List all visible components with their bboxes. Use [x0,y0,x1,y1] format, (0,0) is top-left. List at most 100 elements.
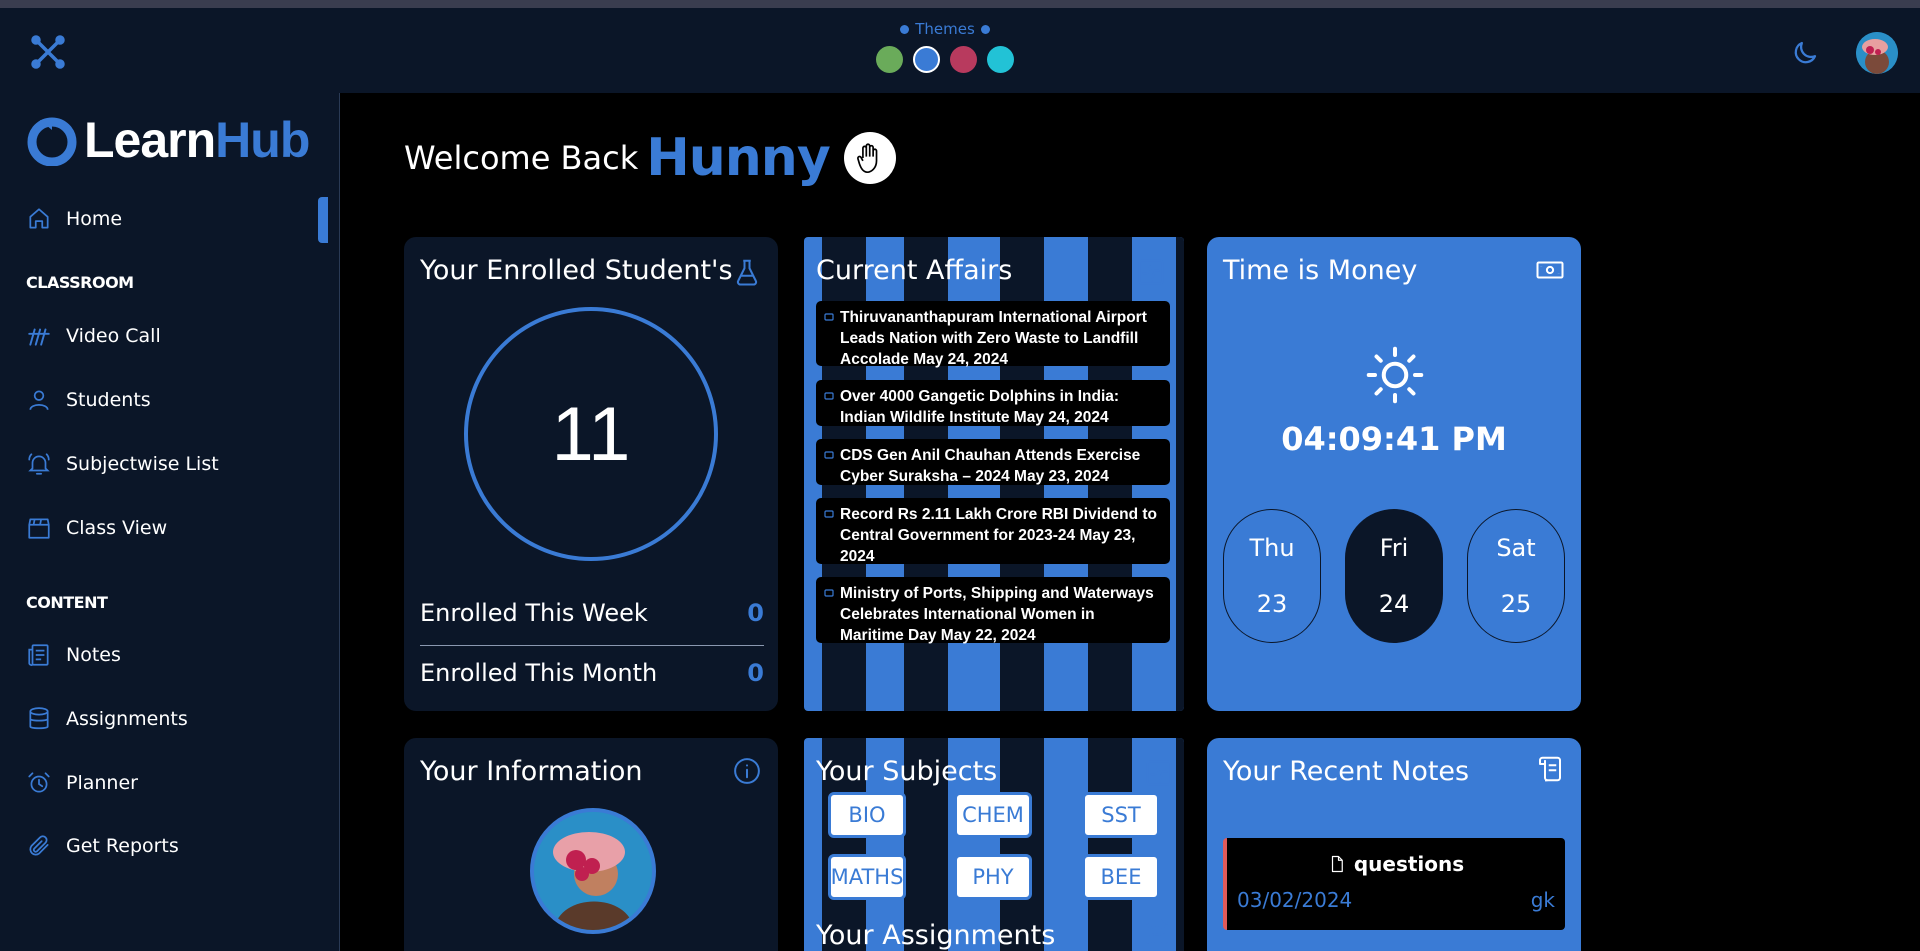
file-icon [1331,855,1343,873]
note-item[interactable]: questions 03/02/2024 gk [1223,838,1565,930]
day-pill-next: Sat 25 [1467,509,1565,643]
subject-chip[interactable]: CHEM [954,792,1032,838]
info-icon[interactable] [732,756,762,786]
ticket-icon [824,451,834,459]
sidebar: LearnHub Home CLASSROOM Video Call Stude… [0,93,340,951]
waving-hand-icon [843,132,896,184]
theme-swatch[interactable] [876,46,903,73]
money-icon [1536,261,1564,279]
divider [420,645,764,646]
day-name: Thu [1249,534,1295,562]
card-title: Your Recent Notes [1223,756,1470,787]
flask-icon [736,259,758,286]
brand-name-learn: Learn [84,112,216,168]
theme-swatch[interactable] [950,46,977,73]
welcome-heading: Welcome Back Hunny [404,128,896,188]
sidebar-item-label: Subjectwise List [66,453,219,475]
database-icon [29,707,49,730]
news-item[interactable]: CDS Gen Anil Chauhan Attends Exercise Cy… [816,439,1170,485]
subject-chip[interactable]: MATHS [828,854,906,900]
alarm-clock-icon [28,772,50,793]
enrolled-week-row: Enrolled This Week 0 [420,599,764,627]
day-date: 23 [1256,590,1288,618]
ticket-icon [824,510,834,518]
dark-mode-moon-icon[interactable] [1790,38,1820,68]
day-pill-today: Fri 24 [1345,509,1443,643]
time-card: Time is Money 04:09:41 PM Thu 23 Fri 24 … [1207,237,1581,711]
enrolled-students-card: Your Enrolled Student's 11 Enrolled This… [404,237,778,711]
user-icon [29,390,49,411]
welcome-user-name: Hunny [646,128,830,188]
note-subject: gk [1530,888,1555,912]
activity-icon [1138,259,1164,285]
enrolled-week-label: Enrolled This Week [420,599,648,627]
app-close-icon[interactable] [28,32,68,72]
sidebar-item-label: Class View [66,517,168,539]
sidebar-item-planner[interactable]: Planner [26,770,138,796]
activity-icon [1146,760,1172,786]
day-name: Fri [1379,534,1409,562]
scroll-icon [1539,756,1561,782]
theme-swatch[interactable] [987,46,1014,73]
card-title: Your Enrolled Student's [420,255,733,286]
paperclip-icon [29,835,49,856]
note-title: questions [1353,852,1465,876]
home-icon [29,208,49,229]
sidebar-item-label: Planner [66,772,138,794]
news-item[interactable]: Over 4000 Gangetic Dolphins in India: In… [816,380,1170,426]
brand-logo[interactable]: LearnHub [26,111,310,169]
subject-chip[interactable]: BIO [828,792,906,838]
subjects-card: Your Subjects BIO CHEM SST MATHS PHY BEE… [804,738,1184,951]
learnhub-logo-icon [27,117,77,166]
window-top-strip [0,0,1920,8]
classroom-heading: CLASSROOM [26,273,134,292]
sidebar-item-students[interactable]: Students [26,387,151,413]
news-item[interactable]: Thiruvananthapuram International Airport… [816,301,1170,368]
subject-chip[interactable]: BEE [1082,854,1160,900]
sidebar-item-label: Get Reports [66,835,179,857]
card-title: Your Subjects [816,756,998,787]
sidebar-item-label: Video Call [66,325,161,347]
news-item[interactable]: Ministry of Ports, Shipping and Waterway… [816,577,1170,644]
sidebar-item-label: Students [66,389,151,411]
sidebar-item-home[interactable]: Home [26,206,122,232]
card-title: Time is Money [1223,255,1418,286]
sidebar-item-label: Assignments [66,708,188,730]
enrolled-month-value: 0 [747,659,764,687]
day-date: 24 [1378,590,1410,618]
sun-icon [1366,346,1424,404]
your-information-card: Your Information [404,738,778,951]
enrolled-week-value: 0 [747,599,764,627]
user-avatar[interactable] [1856,32,1898,74]
day-name: Sat [1496,534,1536,562]
sidebar-item-video-call[interactable]: Video Call [26,323,161,349]
bell-icon [28,453,50,475]
sidebar-item-class-view[interactable]: Class View [26,515,167,541]
sidebar-item-notes[interactable]: Notes [26,642,121,668]
enrolled-month-label: Enrolled This Month [420,659,658,687]
clapperboard-icon [28,518,50,539]
ticket-icon [824,313,834,321]
enrolled-total-circle: 11 [464,307,718,561]
subject-chip[interactable]: PHY [954,854,1032,900]
enrolled-month-row: Enrolled This Month 0 [420,659,764,687]
profile-avatar [530,808,656,934]
theme-swatch[interactable] [913,46,940,73]
subject-chip[interactable]: SST [1082,792,1160,838]
video-call-icon [28,328,50,346]
top-bar: Themes [0,8,1920,93]
assignments-title: Your Assignments [816,920,1056,951]
sidebar-item-assignments[interactable]: Assignments [26,706,188,732]
clock-display: 04:09:41 PM [1281,420,1507,458]
news-item[interactable]: Record Rs 2.11 Lakh Crore RBI Dividend t… [816,498,1170,565]
sidebar-item-subjectwise-list[interactable]: Subjectwise List [26,451,219,477]
note-date: 03/02/2024 [1237,888,1353,912]
sidebar-item-get-reports[interactable]: Get Reports [26,833,179,859]
active-nav-indicator [318,197,328,243]
notes-icon [28,644,49,666]
recent-notes-card: Your Recent Notes questions 03/02/2024 g… [1207,738,1581,951]
sidebar-item-label: Home [66,208,123,230]
ticket-icon [824,589,834,597]
content-heading: CONTENT [26,593,108,612]
sidebar-item-label: Notes [66,644,121,666]
